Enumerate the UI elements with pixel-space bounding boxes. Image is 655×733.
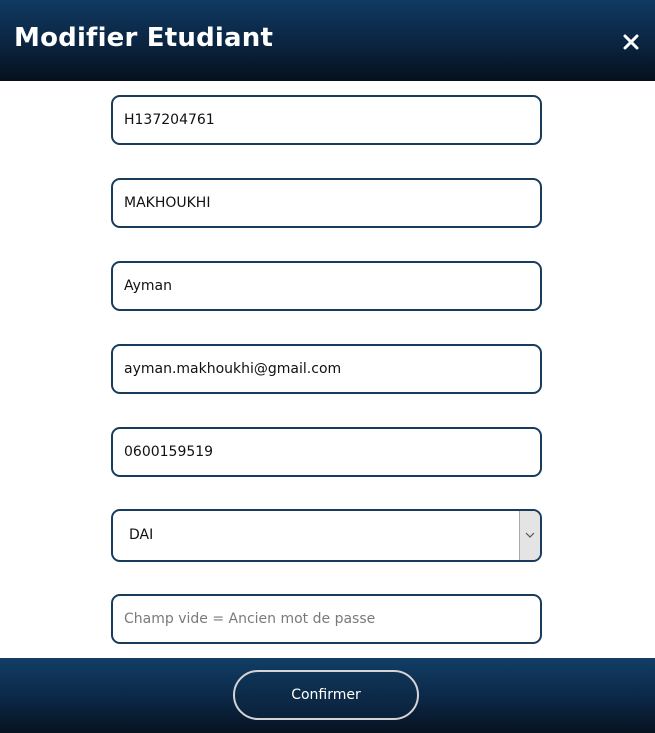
- modal-title: Modifier Etudiant: [14, 23, 274, 53]
- close-icon: [623, 34, 639, 50]
- filiere-select[interactable]: DAI: [111, 509, 542, 562]
- confirm-button[interactable]: Confirmer: [233, 670, 419, 720]
- student-form: DAI: [0, 81, 655, 658]
- chevron-down-icon: [525, 532, 535, 538]
- close-button[interactable]: [619, 30, 643, 54]
- phone-input[interactable]: [111, 427, 542, 477]
- select-dropdown-button[interactable]: [519, 511, 540, 560]
- last-name-input[interactable]: [111, 178, 542, 228]
- filiere-selected-value: DAI: [129, 527, 154, 543]
- modal-footer: Confirmer: [0, 658, 655, 733]
- cne-input[interactable]: [111, 95, 542, 145]
- modal-header: Modifier Etudiant: [0, 0, 655, 81]
- first-name-input[interactable]: [111, 261, 542, 311]
- email-input[interactable]: [111, 344, 542, 394]
- edit-student-modal: Modifier Etudiant DAI Confirmer: [0, 0, 655, 733]
- password-input[interactable]: [111, 594, 542, 644]
